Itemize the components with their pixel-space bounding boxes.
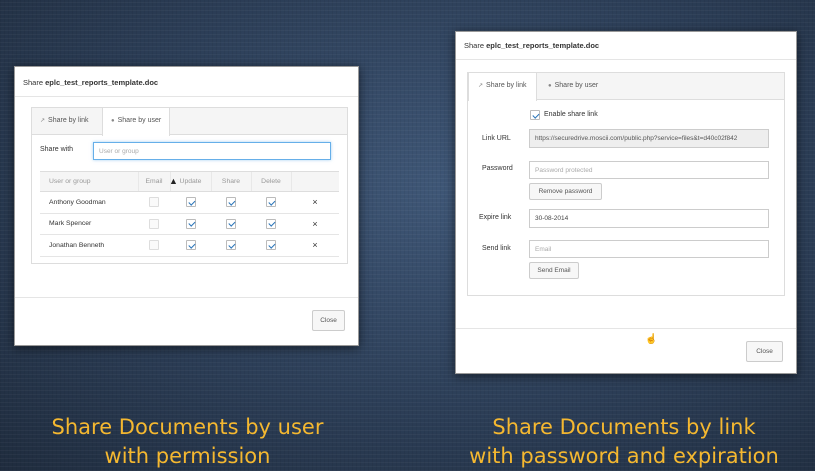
link-url-field[interactable]: https://securedrive.moscii.com/public.ph… [529,129,769,148]
column-header-remove [290,171,339,192]
email-checkbox[interactable] [149,240,159,251]
user-name: Jonathan Benneth [40,234,138,257]
tab-label: Share by user [117,117,162,124]
close-button[interactable]: Close [746,341,783,362]
enable-share-link-checkbox[interactable] [530,110,540,120]
dialog-title: Share eplc_test_reports_template.doc [456,32,796,60]
permissions-table: User or group Email Update Share Delete … [40,171,339,257]
input-placeholder: Password protected [535,166,593,174]
right-caption-line2: with password and expiration [469,444,779,468]
dialog-title-prefix: Share [23,78,46,87]
right-caption: Share Documents by link with password an… [438,413,810,471]
share-link-icon: ↗ [40,118,46,124]
tab-bar: ↗ Share by link ● Share by user [32,108,347,136]
mouse-pointer-icon: ▲ [169,176,178,186]
link-url-label: Link URL [482,135,511,142]
left-caption-line1: Share Documents by user [51,415,324,439]
password-label: Password [482,165,513,172]
dialog-title-filename: eplc_test_reports_template.doc [486,41,600,50]
user-name: Anthony Goodman [40,191,138,214]
share-checkbox[interactable] [226,218,236,229]
share-checkbox[interactable] [226,197,236,208]
share-panel: ↗ Share by link ● Share by user Enable sha… [467,72,785,296]
table-header-row: User or group Email Update Share Delete [40,171,339,192]
user-icon: ● [111,118,115,124]
tab-share-by-user[interactable]: ● Share by user [548,73,598,100]
remove-password-button[interactable]: Remove password [529,183,602,200]
tab-share-by-link[interactable]: ↗ Share by link [468,73,537,101]
share-by-user-dialog: Share eplc_test_reports_template.doc ↗ Sh… [14,66,359,346]
remove-user-icon[interactable]: × [291,213,339,235]
remove-user-icon[interactable]: × [291,191,339,214]
dialog-title-prefix: Share [464,41,487,50]
remove-user-icon[interactable]: × [291,234,339,257]
tab-label: Share by link [486,82,527,89]
delete-checkbox[interactable] [266,240,276,251]
send-email-button[interactable]: Send Email [529,262,579,279]
footer-divider [456,328,796,329]
expire-date-value: 30-08-2014 [535,215,569,222]
left-caption-line2: with permission [104,444,271,468]
email-input[interactable]: Email [529,240,769,258]
close-button[interactable]: Close [312,310,345,331]
dialog-title: Share eplc_test_reports_template.doc [15,67,358,97]
update-checkbox[interactable] [185,240,196,251]
tab-label: Share by link [48,117,89,124]
password-input[interactable]: Password protected [529,161,769,179]
user-name: Mark Spencer [40,213,138,235]
table-row: Mark Spencer × [40,213,339,235]
update-checkbox[interactable] [185,218,196,229]
hand-pointer-icon: ☝ [645,334,658,345]
right-caption-line1: Share Documents by link [492,415,756,439]
email-checkbox[interactable] [149,197,159,208]
link-url-value: https://securedrive.moscii.com/public.ph… [535,135,738,142]
dialog-title-filename: eplc_test_reports_template.doc [45,78,159,87]
enable-share-link-label: Enable share link [544,111,598,118]
send-link-label: Send link [482,245,511,252]
share-with-label: Share with [40,146,74,153]
share-panel: ↗ Share by link ● Share by user Share with… [31,107,348,264]
share-link-icon: ↗ [478,83,484,89]
user-or-group-input[interactable]: User or group [93,142,331,160]
input-placeholder: User or group [99,147,139,155]
user-icon: ● [548,83,552,89]
table-row: Jonathan Benneth × [40,234,339,257]
column-header: Delete [250,171,291,192]
column-header: Email [137,171,170,192]
tab-bar: ↗ Share by link ● Share by user [468,73,784,101]
tab-share-by-link[interactable]: ↗ Share by link [40,108,89,135]
footer-divider [15,297,358,298]
column-header: Share [210,171,251,192]
left-caption: Share Documents by user with permission [10,413,365,471]
tab-label: Share by user [554,82,599,89]
tab-share-by-user[interactable]: ● Share by user [102,108,171,136]
share-by-link-dialog: Share eplc_test_reports_template.doc ↗ Sh… [455,31,797,374]
email-checkbox[interactable] [149,218,159,229]
delete-checkbox[interactable] [266,197,276,208]
table-row: Anthony Goodman × [40,191,339,214]
expire-date-input[interactable]: 30-08-2014 [529,209,769,228]
update-checkbox[interactable] [185,197,196,208]
input-placeholder: Email [535,245,552,253]
column-header: User or group [40,171,138,192]
expire-link-label: Expire link [479,214,512,221]
delete-checkbox[interactable] [266,218,276,229]
share-checkbox[interactable] [226,240,236,251]
